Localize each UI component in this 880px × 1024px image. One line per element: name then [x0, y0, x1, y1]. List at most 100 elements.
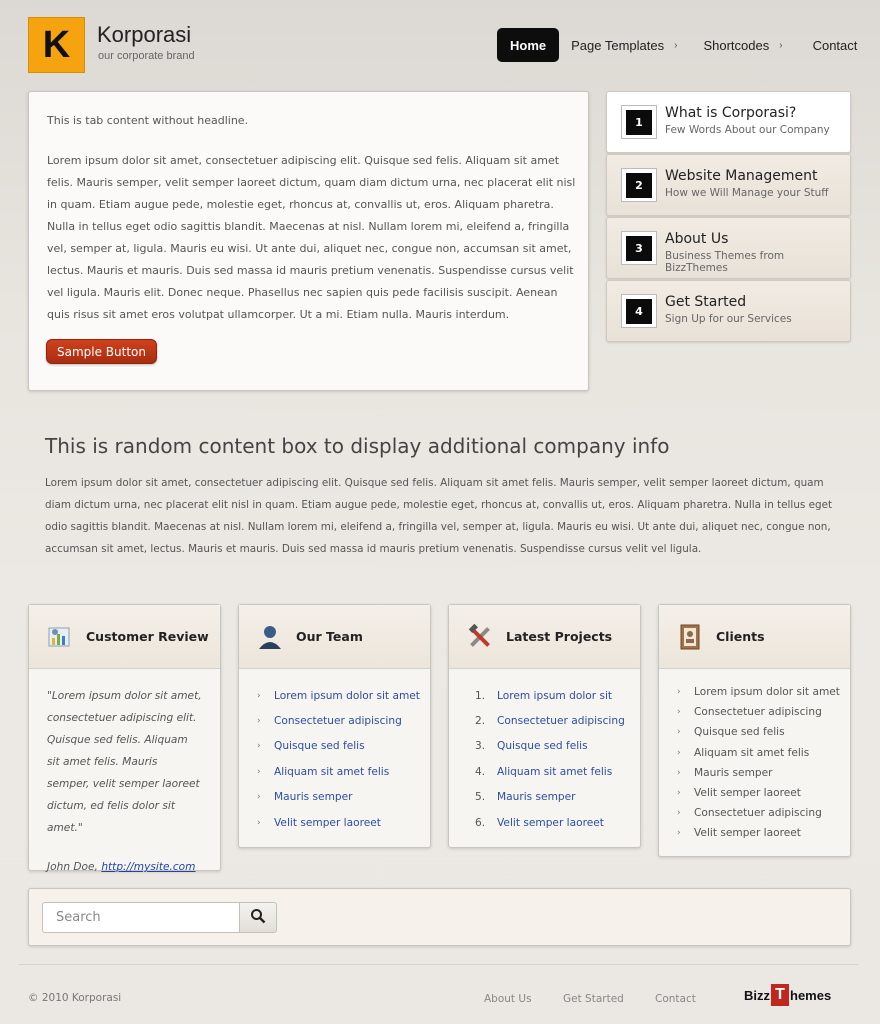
random-content-paragraph: Lorem ipsum dolor sit amet, consectetuer… — [45, 477, 833, 555]
review-author: John Doe, http://mysite.com — [47, 861, 196, 873]
footer-link-contact[interactable]: Contact — [655, 993, 696, 1005]
bullet-icon: › — [677, 707, 681, 718]
bullet-icon: › — [257, 817, 261, 828]
list-item: 4. Aliquam sit amet felis — [475, 765, 613, 778]
bullet-icon: › — [677, 727, 681, 738]
side-tab-title: Get Started — [665, 294, 747, 310]
box-header: Customer Review — [29, 605, 220, 669]
tab-paragraph: Lorem ipsum dolor sit amet, consectetuer… — [47, 154, 576, 321]
bullet-icon: › — [677, 788, 681, 799]
logo-letter: K — [42, 23, 71, 66]
box-title: Customer Review — [86, 629, 209, 644]
list-link[interactable]: Quisque sed felis — [274, 740, 365, 752]
list-item: 1. Lorem ipsum dolor sit — [475, 689, 613, 702]
list-item: 6. Velit semper laoreet — [475, 816, 604, 829]
list-link[interactable]: Aliquam sit amet felis — [274, 766, 389, 778]
list-item: › Lorem ipsum dolor sit amet — [257, 683, 430, 708]
side-tab-get-started[interactable]: 4 Get Started Sign Up for our Services — [606, 280, 851, 342]
box-title: Latest Projects — [506, 629, 613, 644]
address-book-icon — [676, 623, 704, 651]
latest-projects-box: Latest Projects 1. Lorem ipsum dolor sit … — [448, 604, 641, 848]
side-tab-title: Website Management — [665, 168, 818, 184]
list-link[interactable]: Quisque sed felis — [497, 740, 588, 752]
side-tab-subtitle: Few Words About our Company — [665, 124, 830, 136]
nav-item-contact[interactable]: Contact — [797, 28, 870, 62]
nav-label: Home — [510, 37, 547, 53]
clients-list: › Lorem ipsum dolor sit amet › Consectetue… — [659, 669, 850, 857]
list-item: › Consectetuer adipiscing — [257, 708, 430, 733]
random-content-title: This is random content box to display ad… — [45, 434, 670, 458]
box-title: Clients — [716, 629, 765, 644]
list-link[interactable]: Aliquam sit amet felis — [497, 766, 612, 778]
bullet-icon: › — [677, 767, 681, 778]
nav-item-home[interactable]: Home — [497, 28, 560, 62]
box-header: Latest Projects — [449, 605, 640, 669]
side-tab-title: About Us — [665, 231, 729, 247]
list-item: › Mauris semper — [257, 785, 430, 810]
list-link[interactable]: Consectetuer adipiscing — [274, 715, 402, 727]
side-tab-what-is[interactable]: 1 What is Corporasi? Few Words About our… — [606, 91, 851, 153]
search-icon — [250, 908, 266, 928]
bullet-icon: › — [257, 766, 261, 777]
box-header: Our Team — [239, 605, 430, 669]
side-tab-about-us[interactable]: 3 About Us Business Themes from BizzThem… — [606, 217, 851, 279]
team-list: › Lorem ipsum dolor sit amet › Consectetue… — [239, 669, 430, 849]
list-link[interactable]: Lorem ipsum dolor sit amet — [274, 690, 420, 702]
nav-label: Shortcodes — [703, 37, 770, 53]
list-item: 2. Consectetuer adipiscing — [475, 715, 625, 728]
list-item: › Mauris semper — [677, 766, 773, 779]
side-tab-website-management[interactable]: 2 Website Management How we Will Manage … — [606, 154, 851, 216]
tab-intro-text: This is tab content without headline. — [47, 114, 249, 127]
tab-number-badge: 3 — [621, 231, 657, 265]
list-item: 5. Mauris semper — [475, 791, 576, 804]
bullet-icon: › — [677, 808, 681, 819]
nav-item-shortcodes[interactable]: Shortcodes › — [685, 28, 796, 62]
list-item: › Aliquam sit amet felis — [677, 746, 810, 759]
list-link[interactable]: Lorem ipsum dolor sit — [497, 690, 612, 702]
footer-link-get-started[interactable]: Get Started — [563, 993, 624, 1005]
clients-box: Clients › Lorem ipsum dolor sit amet › Con… — [658, 604, 851, 857]
author-link[interactable]: http://mysite.com — [101, 861, 195, 873]
footer-link-about[interactable]: About Us — [484, 993, 532, 1005]
bizzthemes-logo[interactable]: Bizz T hemes — [744, 984, 831, 1006]
nav-label: Contact — [812, 37, 858, 53]
side-tab-subtitle: How we Will Manage your Stuff — [665, 187, 829, 199]
search-bar — [28, 888, 851, 946]
copyright: © 2010 Korporasi — [28, 992, 122, 1004]
chevron-right-icon: › — [779, 39, 783, 51]
tools-icon — [466, 623, 494, 651]
list-item: › Consectetuer adipiscing — [677, 807, 822, 820]
chevron-right-icon: › — [674, 39, 678, 51]
list-item: › Velit semper laoreet — [677, 787, 801, 800]
nav-item-page-templates[interactable]: Page Templates › — [559, 28, 685, 62]
bullet-icon: › — [257, 792, 261, 803]
bullet-icon: › — [677, 747, 681, 758]
list-item: › Aliquam sit amet felis — [257, 759, 430, 784]
logo[interactable]: K — [28, 17, 85, 73]
list-item: 3. Quisque sed felis — [475, 740, 588, 753]
brand-subtitle: our corporate brand — [98, 50, 195, 62]
side-tab-title: What is Corporasi? — [665, 105, 797, 121]
our-team-box: Our Team › Lorem ipsum dolor sit amet › Co… — [238, 604, 431, 848]
list-item: › Quisque sed felis — [257, 734, 430, 759]
side-tab-subtitle: Sign Up for our Services — [665, 313, 792, 325]
nav-label: Page Templates — [571, 37, 665, 53]
list-link[interactable]: Velit semper laoreet — [274, 817, 381, 829]
review-quote: "Lorem ipsum dolor sit amet, consectetue… — [47, 690, 202, 834]
search-input[interactable] — [42, 902, 240, 933]
list-item: › Velit semper laoreet — [677, 827, 801, 840]
bullet-icon: › — [257, 716, 261, 727]
list-link[interactable]: Consectetuer adipiscing — [497, 715, 625, 727]
footer-divider — [18, 964, 858, 965]
sample-button[interactable]: Sample Button — [46, 339, 157, 364]
list-item: › Consectetuer adipiscing — [677, 706, 822, 719]
search-button[interactable] — [239, 902, 277, 933]
list-item: › Velit semper laoreet — [257, 810, 430, 835]
list-link[interactable]: Velit semper laoreet — [497, 817, 604, 829]
projects-list: 1. Lorem ipsum dolor sit 2. Consectetuer a… — [449, 669, 640, 849]
list-link[interactable]: Mauris semper — [274, 791, 353, 803]
bullet-icon: › — [677, 687, 681, 698]
list-link[interactable]: Mauris semper — [497, 791, 576, 803]
bullet-icon: › — [677, 828, 681, 839]
list-item: › Quisque sed felis — [677, 726, 785, 739]
